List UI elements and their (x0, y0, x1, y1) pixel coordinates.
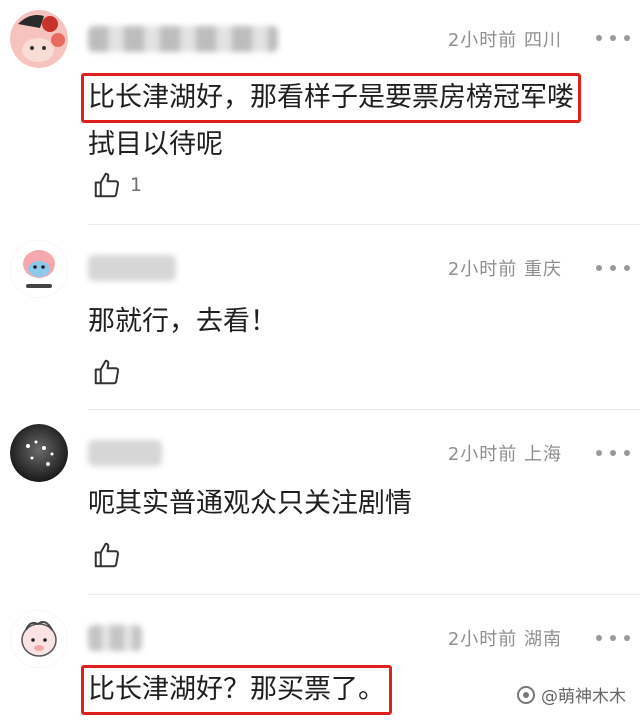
watermark: @萌神木木 (517, 682, 626, 707)
comment-text: 比长津湖好，那看样子是要票房榜冠军喽 拭目以待呢 (81, 73, 620, 167)
more-options-icon[interactable] (596, 259, 630, 277)
comment-text: 那就行，去看！ (88, 306, 277, 337)
comment-time: 2小时前 (447, 259, 518, 280)
highlighted-text: 比长津湖好？那买票了。 (81, 665, 392, 715)
comment-meta: 2小时前 重庆 (448, 255, 562, 281)
watermark-text: @萌神木木 (541, 687, 626, 707)
thumbs-up-icon (94, 172, 120, 198)
username-blurred[interactable] (88, 255, 176, 281)
avatar[interactable] (10, 424, 68, 482)
more-options-icon[interactable] (596, 29, 630, 47)
comment-location: 重庆 (524, 259, 562, 280)
like-button[interactable] (92, 357, 130, 387)
username-blurred[interactable] (88, 625, 142, 651)
username-blurred[interactable] (88, 26, 278, 52)
like-count: 1 (130, 174, 143, 196)
watermark-logo-icon (517, 685, 535, 704)
comment-item: 2小时前 重庆 那就行，去看！ (0, 225, 640, 410)
more-options-icon[interactable] (596, 629, 630, 647)
comment-meta: 2小时前 上海 (448, 440, 562, 466)
comment-location: 上海 (524, 444, 562, 465)
like-button[interactable] (92, 540, 130, 570)
avatar[interactable] (10, 10, 68, 68)
comment-time: 2小时前 (447, 30, 518, 51)
comment-item: 2小时前 上海 呃其实普通观众只关注剧情 (0, 410, 640, 595)
comment-text: 呃其实普通观众只关注剧情 (88, 488, 412, 519)
highlighted-text: 比长津湖好，那看样子是要票房榜冠军喽 (81, 73, 581, 123)
thumbs-up-icon (94, 359, 120, 385)
comment-meta: 2小时前 湖南 (448, 625, 562, 651)
comment-meta: 2小时前 四川 (448, 26, 562, 52)
comment-time: 2小时前 (447, 629, 518, 650)
comment-item: 2小时前 四川 比长津湖好，那看样子是要票房榜冠军喽 拭目以待呢 1 (0, 0, 640, 225)
avatar[interactable] (10, 240, 68, 298)
comment-text-continued: 拭目以待呢 (88, 129, 223, 160)
username-blurred[interactable] (88, 440, 162, 466)
like-button[interactable]: 1 (92, 170, 142, 200)
comment-location: 湖南 (524, 629, 562, 650)
comment-location: 四川 (524, 30, 562, 51)
comment-time: 2小时前 (447, 444, 518, 465)
more-options-icon[interactable] (596, 444, 630, 462)
avatar[interactable] (10, 610, 68, 668)
thumbs-up-icon (94, 542, 120, 568)
